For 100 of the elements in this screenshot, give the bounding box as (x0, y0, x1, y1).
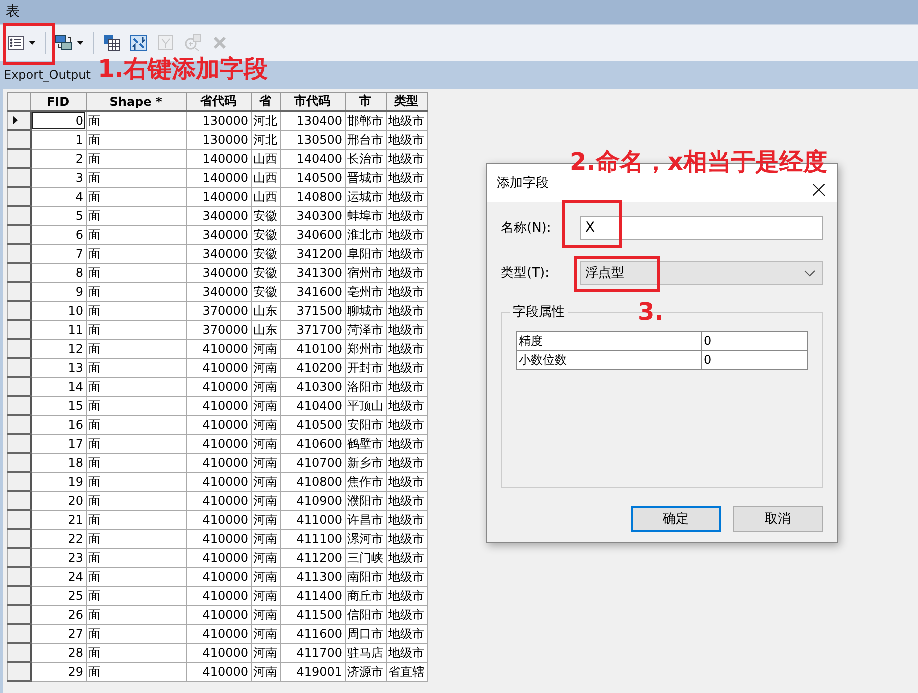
table-cell: 地级市 (386, 282, 427, 301)
table-cell: 140500 (280, 168, 345, 187)
table-cell: 地级市 (386, 111, 427, 130)
table-cell: 地级市 (386, 453, 427, 472)
table-cell: 1 (30, 130, 86, 149)
table-cell: 15 (30, 396, 86, 415)
column-header[interactable]: 市 (345, 92, 386, 111)
dialog-button[interactable]: 取消 (733, 506, 823, 532)
close-button[interactable] (811, 182, 827, 198)
table-cell: 410000 (186, 510, 251, 529)
table-cell: 411300 (280, 567, 345, 586)
table-cell: 410000 (186, 339, 251, 358)
table-cell: 商丘市 (345, 586, 386, 605)
row-header[interactable] (8, 111, 30, 130)
delete-icon (211, 34, 229, 52)
group-title: 字段属性 (510, 303, 568, 321)
column-header[interactable]: FID (30, 92, 86, 111)
table-cell: 信阳市 (345, 605, 386, 624)
table-cell: 面 (86, 377, 186, 396)
table-cell: 地级市 (386, 206, 427, 225)
table-cell: 河南 (251, 491, 280, 510)
table-cell: 地级市 (386, 301, 427, 320)
table-cell: 地级市 (386, 624, 427, 643)
table-tab[interactable]: Export_Output (4, 68, 91, 82)
table-cell: 140400 (280, 149, 345, 168)
table-cell: 河南 (251, 662, 280, 681)
table-cell: 4 (30, 187, 86, 206)
table-cell: 29 (30, 662, 86, 681)
caret-icon (29, 41, 36, 45)
table-cell: 山西 (251, 168, 280, 187)
table-cell: 面 (86, 529, 186, 548)
table-cell: 140000 (186, 149, 251, 168)
table-cell: 河南 (251, 643, 280, 662)
table-cell: 面 (86, 168, 186, 187)
row-pointer-icon (13, 116, 18, 125)
table-cell: 5 (30, 206, 86, 225)
column-header[interactable]: Shape * (86, 92, 186, 111)
dialog-button[interactable]: 确定 (631, 506, 721, 532)
table-cell: 濮阳市 (345, 491, 386, 510)
table-cell: 面 (86, 453, 186, 472)
switch-selection-icon (130, 34, 148, 52)
table-cell: 22 (30, 529, 86, 548)
table-cell: 地级市 (386, 320, 427, 339)
table-cell: 140000 (186, 168, 251, 187)
table-cell: 410400 (280, 396, 345, 415)
table-cell: 河南 (251, 548, 280, 567)
table-cell: 410100 (280, 339, 345, 358)
table-cell: 410000 (186, 529, 251, 548)
table-cell: 9 (30, 282, 86, 301)
property-value[interactable]: 0 (702, 350, 808, 370)
table-cell: 面 (86, 510, 186, 529)
table-cell: 地级市 (386, 377, 427, 396)
table-cell: 411000 (280, 510, 345, 529)
table-cell: 8 (30, 263, 86, 282)
table-cell: 晋城市 (345, 168, 386, 187)
table-cell: 410300 (280, 377, 345, 396)
table-cell: 3 (30, 168, 86, 187)
table-cell: 410000 (186, 567, 251, 586)
highlight-frame (3, 23, 55, 65)
table-cell: 邯郸市 (345, 111, 386, 130)
linked-tables-icon (55, 34, 73, 52)
table-cell: 洛阳市 (345, 377, 386, 396)
name-field[interactable]: X (580, 216, 823, 240)
table-cell: 山西 (251, 149, 280, 168)
table-cell: 长治市 (345, 149, 386, 168)
table-cell: 地级市 (386, 396, 427, 415)
table-cell: 三门峡 (345, 548, 386, 567)
table-cell: 410600 (280, 434, 345, 453)
table-cell: 地级市 (386, 510, 427, 529)
table-cell: 漯河市 (345, 529, 386, 548)
table-cell: 410200 (280, 358, 345, 377)
table-cell: 亳州市 (345, 282, 386, 301)
table-cell: 371500 (280, 301, 345, 320)
column-header[interactable]: 省 (251, 92, 280, 111)
table-cell: 面 (86, 567, 186, 586)
table-cell: 地级市 (386, 548, 427, 567)
table-cell: 地级市 (386, 491, 427, 510)
table-cell: 河北 (251, 111, 280, 130)
table-cell: 邢台市 (345, 130, 386, 149)
table-cell: 新乡市 (345, 453, 386, 472)
table-cell: 许昌市 (345, 510, 386, 529)
table-cell: 410000 (186, 377, 251, 396)
column-header[interactable]: 市代码 (280, 92, 345, 111)
table-cell: 370000 (186, 320, 251, 339)
column-header[interactable]: 省代码 (186, 92, 251, 111)
column-header[interactable]: 类型 (386, 92, 427, 111)
table-cell: 28 (30, 643, 86, 662)
table-cell: 地级市 (386, 187, 427, 206)
table-cell: 0 (30, 111, 86, 130)
annotation-text: 3. (638, 300, 664, 324)
type-dropdown[interactable]: 浮点型 (580, 261, 823, 285)
property-value[interactable]: 0 (702, 332, 808, 350)
table-cell: 面 (86, 225, 186, 244)
table-cell: 面 (86, 586, 186, 605)
table-cell: 聊城市 (345, 301, 386, 320)
table-cell: 地级市 (386, 567, 427, 586)
table-cell: 340000 (186, 263, 251, 282)
table-cell: 地级市 (386, 586, 427, 605)
table-cell: 411700 (280, 643, 345, 662)
table-cell: 面 (86, 491, 186, 510)
